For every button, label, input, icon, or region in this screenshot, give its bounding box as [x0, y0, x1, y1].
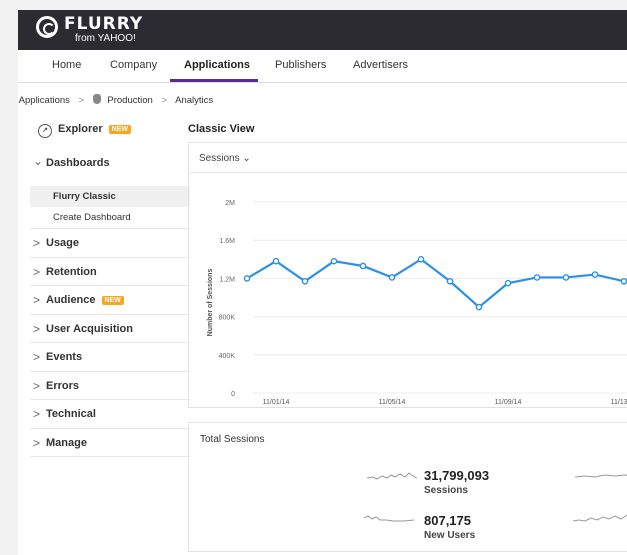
sidebar-item-label: User Acquisition	[46, 322, 133, 335]
x-tick-label: 11/13/14	[611, 399, 627, 406]
new-badge: NEW	[101, 296, 124, 305]
sidebar-item-label: Usage	[46, 237, 80, 249]
chevron-right-icon: >	[33, 264, 41, 279]
data-point	[620, 277, 627, 285]
chevron-right-icon: >	[33, 378, 41, 393]
sidebar-item-dashboards[interactable]: ⌄ Dashboards	[30, 144, 190, 174]
y-tick-label: 1.6M	[219, 238, 235, 245]
chevron-down-icon: ⌄	[33, 154, 44, 168]
sidebar-item-usage[interactable]: > Usage	[30, 229, 190, 258]
breadcrumb: All Applications > Production > Analytic…	[18, 94, 213, 106]
y-tick-label: 1.2M	[219, 276, 235, 283]
sidebar-item-audience[interactable]: > Audience NEW	[30, 286, 190, 315]
sidebar: ↗ Explorer NEW ⌄ Dashboards Flurry Classi…	[30, 120, 190, 457]
metric-selector-label: Sessions	[199, 153, 240, 164]
sidebar-item-manage[interactable]: > Manage	[30, 429, 190, 457]
chevron-right-icon: >	[161, 95, 168, 106]
x-tick-label: 11/09/14	[495, 399, 522, 406]
sidebar-item-label: Dashboards	[46, 157, 110, 169]
nav-advertisers[interactable]: Advertisers	[353, 59, 408, 71]
sessions-sparkline-right	[575, 474, 627, 478]
page-title: Classic View	[188, 123, 255, 135]
y-axis-label: Number of Sessions	[207, 269, 214, 337]
chevron-right-icon: >	[33, 293, 41, 307]
sessions-label: Sessions	[424, 485, 468, 496]
nav-active-indicator	[170, 79, 258, 82]
sidebar-item-events[interactable]: > Events	[30, 343, 190, 372]
nav-company[interactable]: Company	[110, 59, 157, 71]
new-users-sparkline	[364, 515, 414, 522]
brand-subtitle: from YAHOO!	[75, 33, 136, 44]
chevron-right-icon: >	[33, 407, 41, 421]
sessions-sparkline	[367, 472, 417, 480]
chart-header: Sessions ⌄	[189, 143, 627, 173]
metric-selector[interactable]: Sessions ⌄	[199, 153, 251, 164]
sessions-chart-panel: Sessions ⌄ 0 400K 800K 1.2M 1.6M 2M Number of …	[188, 142, 627, 408]
series-line	[246, 257, 627, 309]
app-frame: FLURRY from YAHOO! Home Company Applicat…	[18, 10, 627, 555]
panel-title: Total Sessions	[200, 434, 265, 445]
new-badge: NEW	[108, 125, 131, 134]
top-bar: FLURRY from YAHOO!	[18, 10, 627, 50]
y-tick-label: 0	[231, 391, 235, 398]
nav-applications[interactable]: Applications	[184, 59, 250, 71]
sidebar-item-user-acquisition[interactable]: > User Acquisition	[30, 315, 190, 343]
data-point	[562, 274, 570, 281]
new-users-sparkline-right	[573, 514, 627, 522]
chevron-right-icon: >	[33, 321, 41, 336]
chevron-down-icon: ⌄	[242, 153, 251, 164]
new-users-label: New Users	[424, 530, 476, 541]
data-point	[504, 279, 512, 287]
y-tick-label: 2M	[225, 200, 235, 207]
main-nav: Home Company Applications Publishers Adv…	[18, 50, 627, 83]
explorer-icon: ↗	[38, 124, 52, 138]
sidebar-item-retention[interactable]: > Retention	[30, 258, 190, 286]
sidebar-subitem-flurry-classic[interactable]: Flurry Classic	[30, 186, 190, 207]
x-tick-label: 11/05/14	[379, 399, 406, 406]
data-point	[243, 275, 251, 282]
data-point	[591, 271, 599, 278]
breadcrumb-production[interactable]: Production	[107, 95, 152, 106]
chevron-right-icon: >	[33, 350, 41, 364]
data-point	[417, 256, 425, 263]
sidebar-subitem-create-dashboard[interactable]: Create Dashboard	[30, 207, 190, 229]
sidebar-item-label: Manage	[46, 436, 87, 449]
data-point	[533, 274, 541, 281]
sidebar-item-explorer[interactable]: ↗ Explorer NEW	[30, 120, 190, 144]
breadcrumb-analytics: Analytics	[175, 95, 214, 106]
apple-icon	[92, 94, 101, 104]
brand-name[interactable]: FLURRY	[64, 14, 143, 34]
data-point	[272, 257, 280, 265]
flurry-logo-icon[interactable]	[36, 16, 58, 38]
data-point	[330, 257, 338, 265]
new-users-value: 807,175	[424, 513, 471, 528]
total-sessions-panel: Total Sessions 31,799,093 Sessions 807,1…	[188, 422, 627, 552]
sidebar-item-label: Events	[46, 351, 83, 363]
sessions-line-chart: 0 400K 800K 1.2M 1.6M 2M Number of Sessions 11/…	[207, 200, 627, 406]
y-tick-label: 400K	[219, 353, 236, 360]
sidebar-item-technical[interactable]: > Technical	[30, 400, 190, 429]
sidebar-item-label: Errors	[46, 379, 80, 392]
nav-publishers[interactable]: Publishers	[275, 59, 326, 71]
data-point	[301, 277, 309, 285]
data-point	[475, 303, 483, 311]
chevron-right-icon: >	[33, 435, 41, 450]
chevron-right-icon: >	[78, 95, 85, 106]
y-tick-label: 800K	[219, 315, 236, 322]
x-tick-label: 11/01/14	[263, 399, 290, 406]
sidebar-item-label: Technical	[46, 408, 96, 420]
chevron-right-icon: >	[33, 236, 41, 250]
sessions-value: 31,799,093	[424, 468, 490, 483]
sidebar-item-label: Retention	[46, 265, 97, 278]
sidebar-item-errors[interactable]: > Errors	[30, 372, 190, 400]
data-point	[446, 277, 454, 285]
sidebar-item-label: Explorer	[58, 123, 103, 135]
data-point	[388, 274, 396, 281]
breadcrumb-all-applications[interactable]: All Applications	[18, 95, 70, 106]
data-point	[359, 262, 367, 270]
nav-home[interactable]: Home	[52, 59, 81, 71]
sidebar-item-label: Audience	[46, 294, 96, 306]
